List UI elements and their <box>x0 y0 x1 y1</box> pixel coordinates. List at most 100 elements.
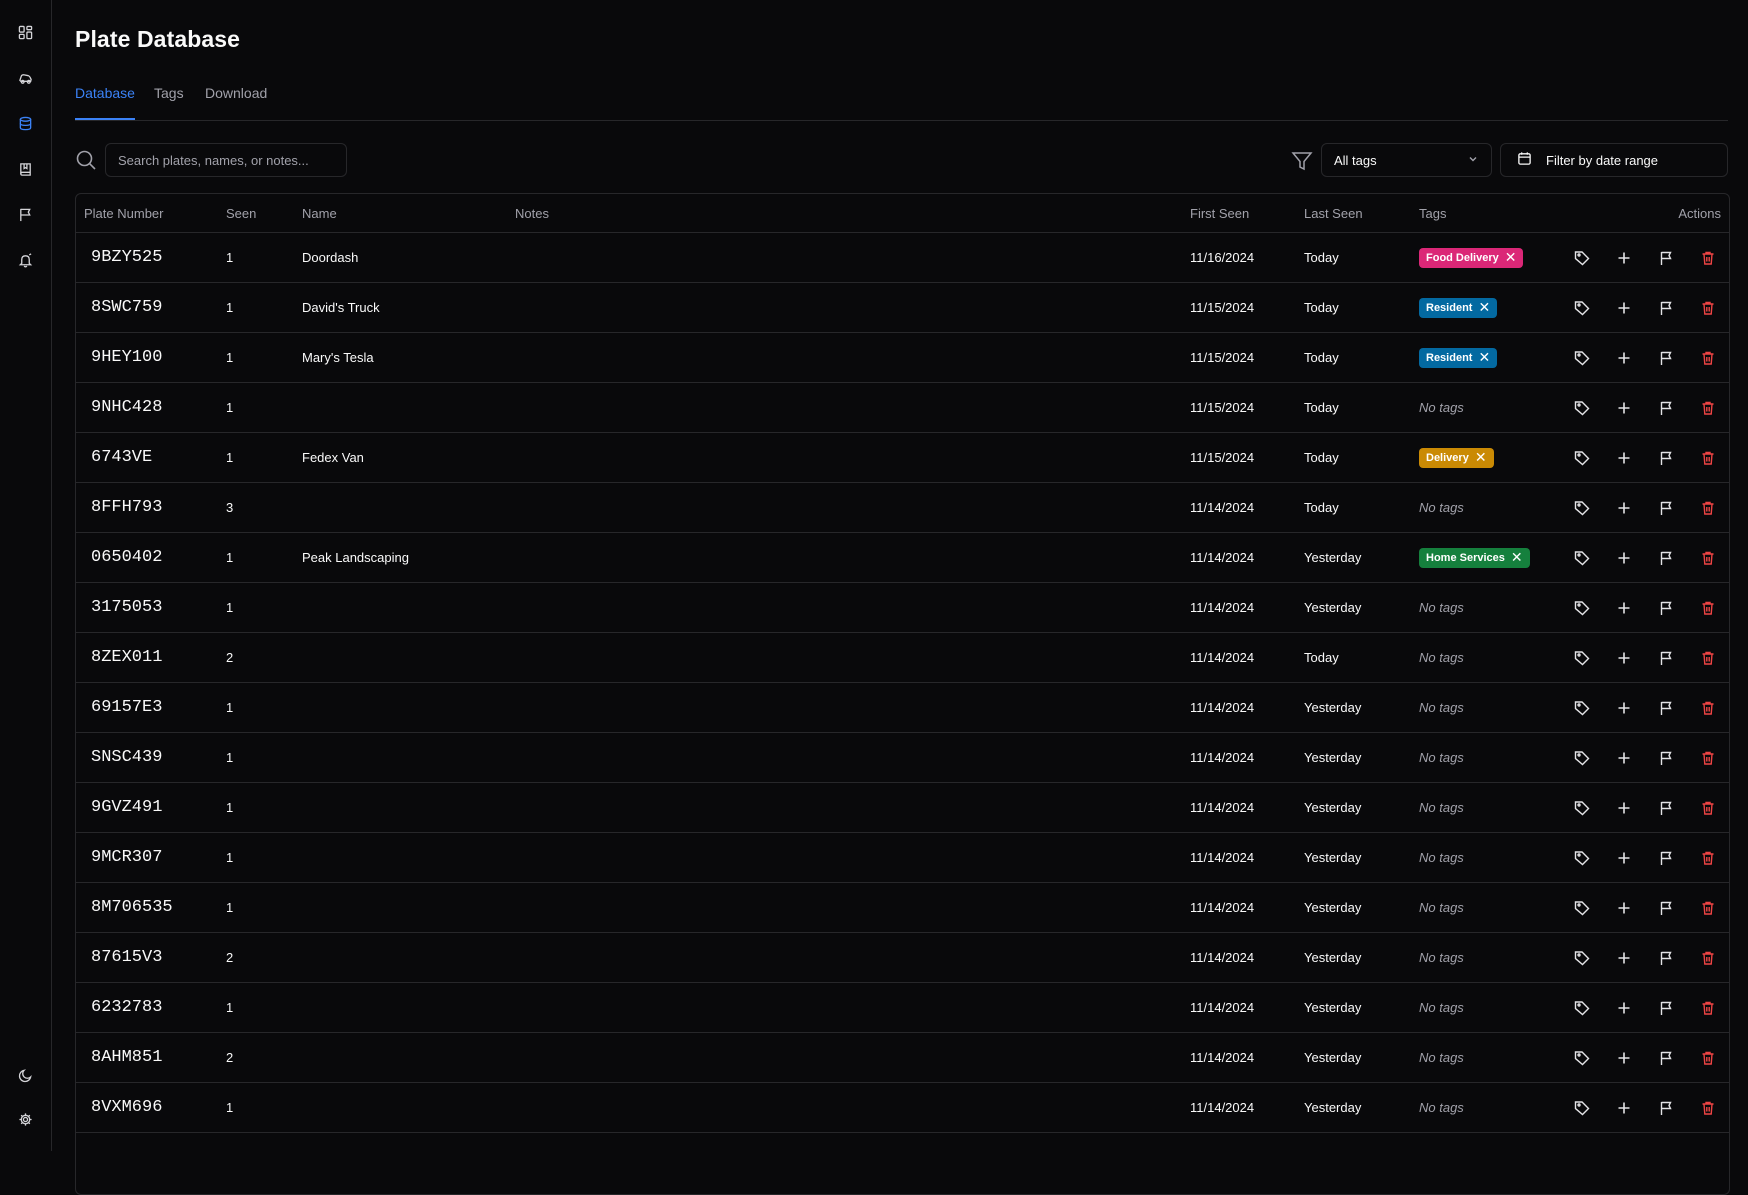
plate-number-cell[interactable]: 6232783 <box>76 982 218 1033</box>
tab-download[interactable]: Download <box>205 85 267 118</box>
tag-row-button[interactable] <box>1561 1095 1603 1121</box>
flag-row-button[interactable] <box>1645 945 1687 971</box>
name-cell[interactable]: Doordash <box>294 232 507 283</box>
tag-row-button[interactable] <box>1561 945 1603 971</box>
delete-row-button[interactable] <box>1687 545 1729 571</box>
plate-number-cell[interactable]: 9MCR307 <box>76 832 218 883</box>
notes-cell[interactable] <box>507 382 1182 433</box>
name-cell[interactable] <box>294 482 507 533</box>
car-icon[interactable] <box>14 67 36 89</box>
flag-row-button[interactable] <box>1645 245 1687 271</box>
name-cell[interactable] <box>294 882 507 933</box>
tag-row-button[interactable] <box>1561 595 1603 621</box>
add-row-button[interactable] <box>1603 945 1645 971</box>
delete-row-button[interactable] <box>1687 695 1729 721</box>
add-row-button[interactable] <box>1603 1095 1645 1121</box>
tag-row-button[interactable] <box>1561 645 1603 671</box>
tag-row-button[interactable] <box>1561 245 1603 271</box>
name-cell[interactable] <box>294 732 507 783</box>
plate-number-cell[interactable]: 8ZEX011 <box>76 632 218 683</box>
name-cell[interactable] <box>294 832 507 883</box>
tag-row-button[interactable] <box>1561 895 1603 921</box>
flag-row-button[interactable] <box>1645 745 1687 771</box>
plate-number-cell[interactable]: 9BZY525 <box>76 232 218 283</box>
add-row-button[interactable] <box>1603 345 1645 371</box>
tag-row-button[interactable] <box>1561 395 1603 421</box>
name-cell[interactable]: Fedex Van <box>294 432 507 483</box>
flag-row-button[interactable] <box>1645 845 1687 871</box>
delete-row-button[interactable] <box>1687 495 1729 521</box>
add-row-button[interactable] <box>1603 845 1645 871</box>
notes-cell[interactable] <box>507 232 1182 283</box>
add-row-button[interactable] <box>1603 895 1645 921</box>
notes-cell[interactable] <box>507 582 1182 633</box>
tag-row-button[interactable] <box>1561 795 1603 821</box>
plate-number-cell[interactable]: 3175053 <box>76 582 218 633</box>
delete-row-button[interactable] <box>1687 345 1729 371</box>
add-row-button[interactable] <box>1603 495 1645 521</box>
tab-tags[interactable]: Tags <box>154 85 184 118</box>
add-row-button[interactable] <box>1603 745 1645 771</box>
name-cell[interactable] <box>294 1082 507 1133</box>
flag-row-button[interactable] <box>1645 295 1687 321</box>
plate-number-cell[interactable]: 9HEY100 <box>76 332 218 383</box>
add-row-button[interactable] <box>1603 395 1645 421</box>
plate-number-cell[interactable]: 8AHM851 <box>76 1032 218 1083</box>
flag-icon[interactable] <box>14 203 36 225</box>
name-cell[interactable] <box>294 1032 507 1083</box>
notes-cell[interactable] <box>507 1032 1182 1083</box>
delete-row-button[interactable] <box>1687 745 1729 771</box>
notes-cell[interactable] <box>507 932 1182 983</box>
plate-number-cell[interactable]: SNSC439 <box>76 732 218 783</box>
name-cell[interactable]: Mary's Tesla <box>294 332 507 383</box>
delete-row-button[interactable] <box>1687 295 1729 321</box>
plate-number-cell[interactable]: 8VXM696 <box>76 1082 218 1133</box>
flag-row-button[interactable] <box>1645 445 1687 471</box>
notes-cell[interactable] <box>507 532 1182 583</box>
name-cell[interactable] <box>294 582 507 633</box>
tag-row-button[interactable] <box>1561 295 1603 321</box>
column-header-name[interactable]: Name <box>294 194 507 233</box>
name-cell[interactable] <box>294 932 507 983</box>
remove-tag-icon[interactable]: ✕ <box>1475 449 1487 466</box>
tag-row-button[interactable] <box>1561 545 1603 571</box>
flag-row-button[interactable] <box>1645 795 1687 821</box>
bell-icon[interactable] <box>14 249 36 271</box>
notes-cell[interactable] <box>507 832 1182 883</box>
tag-filter-select[interactable]: All tags <box>1321 143 1492 177</box>
delete-row-button[interactable] <box>1687 845 1729 871</box>
add-row-button[interactable] <box>1603 595 1645 621</box>
tag-row-button[interactable] <box>1561 1045 1603 1071</box>
moon-icon[interactable] <box>14 1064 36 1086</box>
remove-tag-icon[interactable]: ✕ <box>1478 299 1490 316</box>
column-header-seen[interactable]: Seen <box>218 194 294 233</box>
flag-row-button[interactable] <box>1645 545 1687 571</box>
name-cell[interactable] <box>294 982 507 1033</box>
notes-cell[interactable] <box>507 782 1182 833</box>
date-range-button[interactable]: Filter by date range <box>1500 143 1728 177</box>
flag-row-button[interactable] <box>1645 495 1687 521</box>
plate-number-cell[interactable]: 69157E3 <box>76 682 218 733</box>
notes-cell[interactable] <box>507 982 1182 1033</box>
database-icon[interactable] <box>14 112 36 134</box>
tag-row-button[interactable] <box>1561 745 1603 771</box>
flag-row-button[interactable] <box>1645 1095 1687 1121</box>
notes-cell[interactable] <box>507 332 1182 383</box>
plate-number-cell[interactable]: 8SWC759 <box>76 282 218 333</box>
plate-number-cell[interactable]: 6743VE <box>76 432 218 483</box>
delete-row-button[interactable] <box>1687 595 1729 621</box>
plate-number-cell[interactable]: 9GVZ491 <box>76 782 218 833</box>
plate-number-cell[interactable]: 9NHC428 <box>76 382 218 433</box>
notes-cell[interactable] <box>507 1082 1182 1133</box>
plate-number-cell[interactable]: 87615V3 <box>76 932 218 983</box>
add-row-button[interactable] <box>1603 295 1645 321</box>
add-row-button[interactable] <box>1603 795 1645 821</box>
tab-database[interactable]: Database <box>75 85 135 120</box>
column-header-plate-number[interactable]: Plate Number <box>76 194 218 233</box>
plate-number-cell[interactable]: 8FFH793 <box>76 482 218 533</box>
tag-row-button[interactable] <box>1561 845 1603 871</box>
name-cell[interactable] <box>294 382 507 433</box>
delete-row-button[interactable] <box>1687 1045 1729 1071</box>
name-cell[interactable]: Peak Landscaping <box>294 532 507 583</box>
gear-icon[interactable] <box>14 1108 36 1130</box>
